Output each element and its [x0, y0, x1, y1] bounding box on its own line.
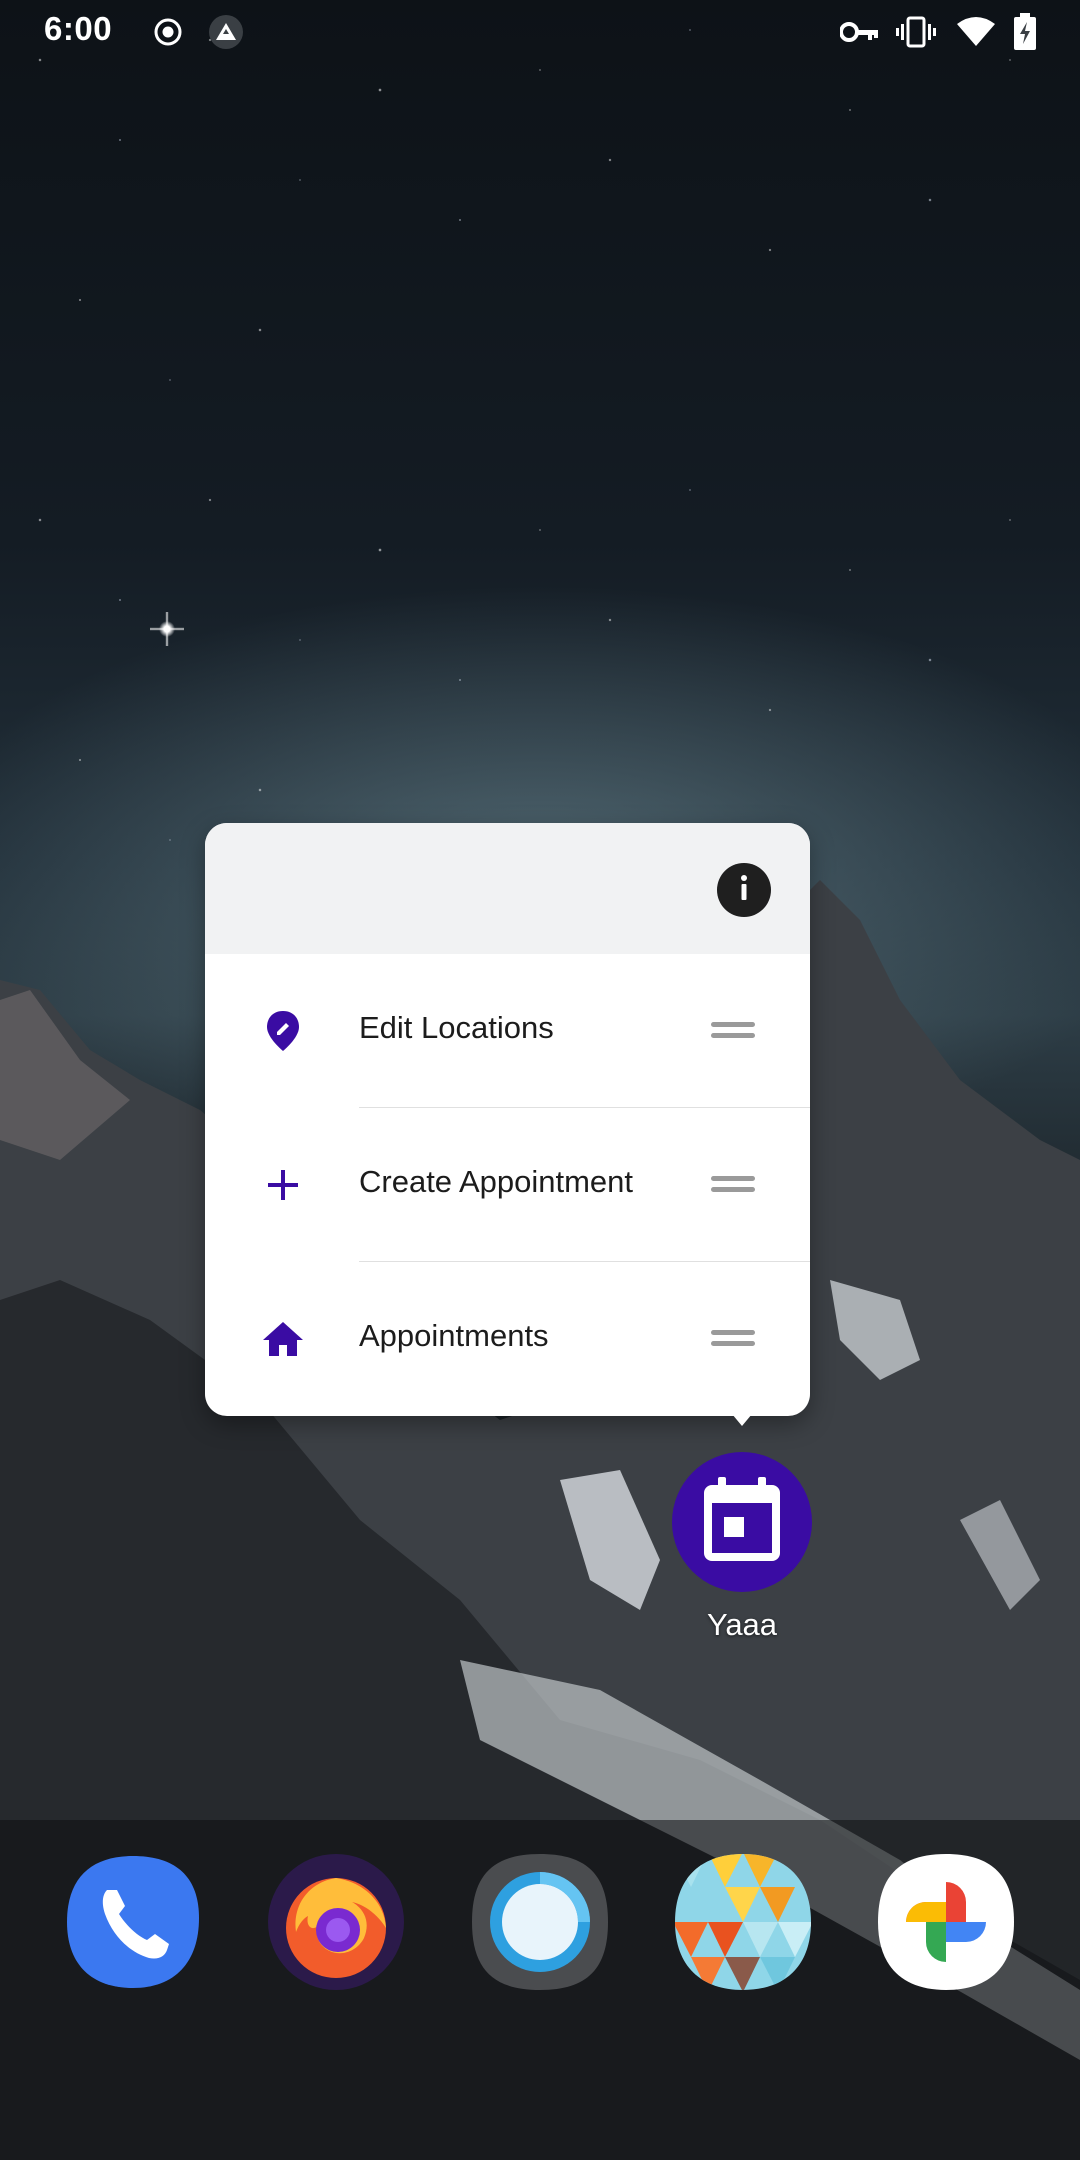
- calendar-icon: [700, 1475, 784, 1570]
- dock-photos[interactable]: [876, 1852, 1016, 1997]
- record-icon: [152, 14, 184, 50]
- vibrate-icon: [896, 14, 936, 50]
- home-icon: [259, 1315, 307, 1363]
- shortcut-label: Edit Locations: [359, 1010, 554, 1045]
- shortcut-create-appointment[interactable]: Create Appointment: [205, 1108, 810, 1262]
- status-time: 6:00: [44, 10, 113, 47]
- drag-handle-icon[interactable]: [711, 1328, 755, 1348]
- status-bar: 6:00: [0, 0, 1080, 64]
- shortcut-edit-locations[interactable]: Edit Locations: [205, 954, 810, 1108]
- firefox-icon: [266, 1852, 406, 1997]
- home-screen: 6:00 Edit Locations Create Appointment A…: [0, 0, 1080, 2160]
- dock-firefox[interactable]: [266, 1852, 406, 1997]
- popup-header: [205, 823, 810, 954]
- wifi-icon: [956, 14, 996, 50]
- app-shortcuts-popup: Edit Locations Create Appointment Appoin…: [205, 823, 810, 1416]
- shortcut-label: Create Appointment: [359, 1164, 634, 1199]
- dock-phone[interactable]: [63, 1854, 203, 1994]
- circle-app-icon: [470, 1852, 610, 1997]
- popup-arrow: [732, 1414, 752, 1426]
- dock-circle-app[interactable]: [470, 1852, 610, 1997]
- info-icon: [734, 873, 754, 908]
- vpn-shield-icon: [208, 14, 244, 50]
- edit-location-icon: [259, 1007, 307, 1055]
- pinwheel-icon: [876, 1852, 1016, 1997]
- key-icon: [840, 14, 880, 50]
- drag-handle-icon[interactable]: [711, 1020, 755, 1040]
- info-button[interactable]: [717, 863, 771, 917]
- app-label: Yaaa: [706, 1607, 778, 1642]
- drag-handle-icon[interactable]: [711, 1174, 755, 1194]
- app-icon-yaaa[interactable]: [672, 1452, 812, 1592]
- triangles-icon: [673, 1852, 813, 1997]
- battery-charging-icon: [1012, 13, 1038, 50]
- shortcut-label: Appointments: [359, 1318, 549, 1353]
- phone-icon: [63, 1852, 203, 1997]
- dock-triangles-app[interactable]: [673, 1852, 813, 1997]
- plus-icon: [259, 1161, 307, 1209]
- shortcut-appointments[interactable]: Appointments: [205, 1262, 810, 1416]
